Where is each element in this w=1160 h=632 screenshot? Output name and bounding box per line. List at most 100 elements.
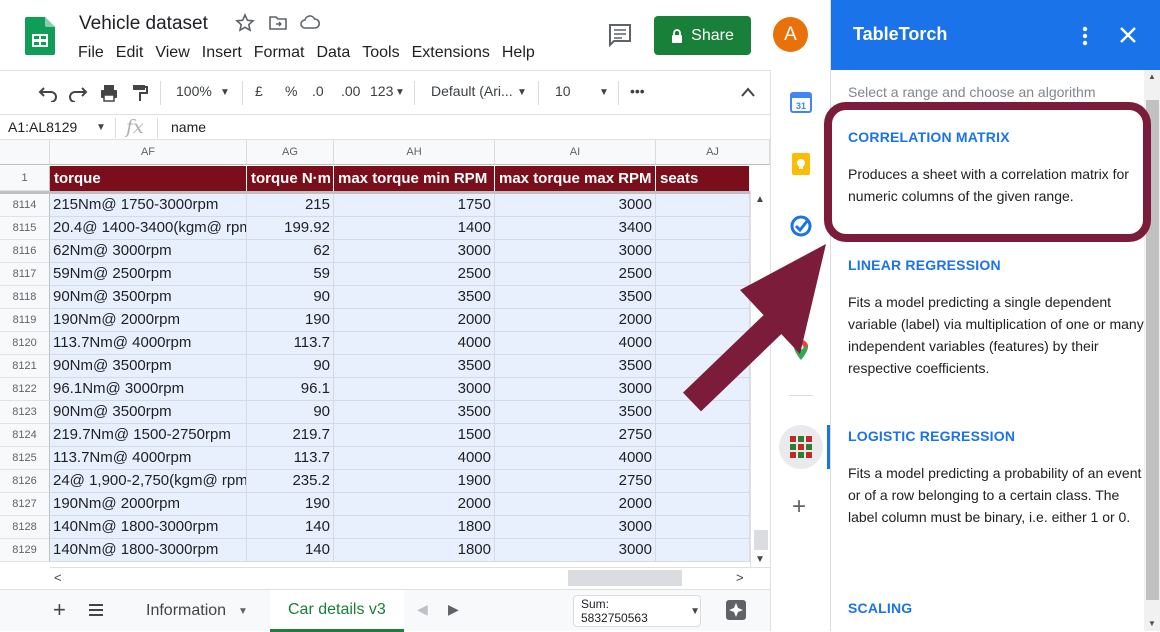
row-header[interactable]: 8117	[0, 263, 50, 286]
cell-min-rpm[interactable]: 2000	[334, 309, 495, 332]
cell-min-rpm[interactable]: 1900	[334, 470, 495, 493]
scroll-thumb[interactable]	[754, 530, 768, 550]
cell-min-rpm[interactable]: 3500	[334, 355, 495, 378]
scroll-right-icon[interactable]: >	[736, 570, 744, 585]
cell-torque[interactable]: 190Nm@ 2000rpm	[50, 493, 247, 516]
row-header[interactable]: 1	[0, 166, 50, 191]
cell-max-rpm[interactable]: 2000	[495, 309, 656, 332]
cell-max-rpm[interactable]: 4000	[495, 332, 656, 355]
scroll-down-icon[interactable]: ▼	[1148, 619, 1156, 628]
chevron-down-icon[interactable]: ▼	[599, 87, 609, 98]
account-avatar[interactable]: A	[773, 17, 808, 52]
cell-torque[interactable]: 219.7Nm@ 1500-2750rpm	[50, 424, 247, 447]
tabletorch-addon-button[interactable]	[779, 425, 823, 469]
calendar-icon[interactable]: 31	[789, 90, 813, 114]
all-sheets-icon[interactable]	[88, 603, 104, 617]
cell-seats[interactable]	[656, 263, 750, 286]
cell-min-rpm[interactable]: 3500	[334, 286, 495, 309]
print-icon[interactable]	[99, 83, 119, 103]
menu-insert[interactable]: Insert	[202, 44, 249, 62]
cell-torque-nm[interactable]: 113.7	[247, 447, 334, 470]
row-header[interactable]: 8120	[0, 332, 50, 355]
cell-seats[interactable]	[656, 424, 750, 447]
row-header[interactable]: 8123	[0, 401, 50, 424]
cell-torque-nm[interactable]: 113.7	[247, 332, 334, 355]
cell-torque-nm[interactable]: 59	[247, 263, 334, 286]
algo-linear-regression[interactable]: LINEAR REGRESSION	[848, 257, 1001, 273]
cell-max-rpm[interactable]: 3000	[495, 539, 656, 562]
header-cell-torque[interactable]: torque	[50, 166, 247, 191]
move-folder-icon[interactable]	[268, 13, 288, 33]
font-size-select[interactable]: 10	[555, 83, 571, 99]
cloud-status-icon[interactable]	[300, 13, 320, 33]
chevron-up-icon[interactable]	[740, 86, 756, 98]
cell-torque[interactable]: 24@ 1,900-2,750(kgm@ rpm)	[50, 470, 247, 493]
menu-file[interactable]: File	[78, 44, 111, 62]
cell-torque[interactable]: 62Nm@ 3000rpm	[50, 240, 247, 263]
cell-max-rpm[interactable]: 3500	[495, 401, 656, 424]
sheet-tab-information[interactable]: Information ▼	[128, 590, 266, 632]
spreadsheet-grid[interactable]: AF AG AH AI AJ 1 torque torque N·m max t…	[0, 140, 770, 565]
redo-icon[interactable]	[68, 84, 88, 102]
algo-scaling[interactable]: SCALING	[848, 600, 912, 616]
font-family-select[interactable]: Default (Ari...	[431, 83, 513, 99]
header-cell-torque-nm[interactable]: torque N·m	[247, 166, 334, 191]
cell-torque[interactable]: 113.7Nm@ 4000rpm	[50, 447, 247, 470]
row-header[interactable]: 8124	[0, 424, 50, 447]
add-sheet-icon[interactable]: +	[53, 597, 66, 623]
more-formats-button[interactable]: 123	[370, 83, 393, 99]
cell-seats[interactable]	[656, 217, 750, 240]
cell-max-rpm[interactable]: 3000	[495, 516, 656, 539]
header-cell-max-rpm[interactable]: max torque max RPM	[495, 166, 656, 191]
cell-torque-nm[interactable]: 140	[247, 539, 334, 562]
cell-torque-nm[interactable]: 90	[247, 286, 334, 309]
scroll-left-icon[interactable]: <	[54, 570, 62, 585]
select-all-corner[interactable]	[0, 140, 50, 165]
column-header-ai[interactable]: AI	[495, 140, 656, 165]
decrease-decimal-button[interactable]: .0	[312, 83, 324, 99]
explore-icon[interactable]	[725, 599, 747, 621]
cell-seats[interactable]	[656, 516, 750, 539]
cell-torque[interactable]: 59Nm@ 2500rpm	[50, 263, 247, 286]
increase-decimal-button[interactable]: .00	[341, 83, 360, 99]
cell-max-rpm[interactable]: 2750	[495, 470, 656, 493]
currency-format-button[interactable]: £	[255, 83, 263, 99]
cell-min-rpm[interactable]: 3000	[334, 378, 495, 401]
share-button[interactable]: Share	[654, 16, 751, 55]
cell-min-rpm[interactable]: 1500	[334, 424, 495, 447]
cell-torque-nm[interactable]: 96.1	[247, 378, 334, 401]
cell-min-rpm[interactable]: 3000	[334, 240, 495, 263]
row-header[interactable]: 8114	[0, 194, 50, 217]
name-box[interactable]: A1:AL8129	[8, 119, 77, 135]
header-cell-seats[interactable]: seats	[656, 166, 750, 191]
document-title[interactable]: Vehicle dataset	[79, 13, 208, 35]
menu-help[interactable]: Help	[502, 44, 542, 62]
cell-min-rpm[interactable]: 2000	[334, 493, 495, 516]
cell-torque-nm[interactable]: 199.92	[247, 217, 334, 240]
percent-format-button[interactable]: %	[285, 83, 297, 99]
cell-min-rpm[interactable]: 1400	[334, 217, 495, 240]
cell-seats[interactable]	[656, 470, 750, 493]
sheets-logo-icon[interactable]	[25, 17, 55, 55]
chevron-down-icon[interactable]: ▼	[690, 606, 700, 617]
cell-torque[interactable]: 90Nm@ 3500rpm	[50, 355, 247, 378]
cell-torque[interactable]: 90Nm@ 3500rpm	[50, 401, 247, 424]
cell-seats[interactable]	[656, 401, 750, 424]
row-header[interactable]: 8116	[0, 240, 50, 263]
more-vert-icon[interactable]	[1075, 24, 1095, 48]
cell-seats[interactable]	[656, 355, 750, 378]
scroll-up-icon[interactable]: ▲	[755, 194, 765, 205]
cell-max-rpm[interactable]: 4000	[495, 447, 656, 470]
cell-max-rpm[interactable]: 2500	[495, 263, 656, 286]
chevron-down-icon[interactable]: ▼	[395, 87, 405, 98]
row-header[interactable]: 8119	[0, 309, 50, 332]
zoom-select[interactable]: 100%	[176, 83, 212, 99]
row-header[interactable]: 8128	[0, 516, 50, 539]
maps-icon[interactable]	[789, 338, 813, 362]
chevron-down-icon[interactable]: ▼	[96, 122, 106, 133]
cell-torque-nm[interactable]: 90	[247, 401, 334, 424]
star-icon[interactable]	[235, 13, 255, 33]
cell-torque[interactable]: 215Nm@ 1750-3000rpm	[50, 194, 247, 217]
row-header[interactable]: 8115	[0, 217, 50, 240]
cell-seats[interactable]	[656, 194, 750, 217]
